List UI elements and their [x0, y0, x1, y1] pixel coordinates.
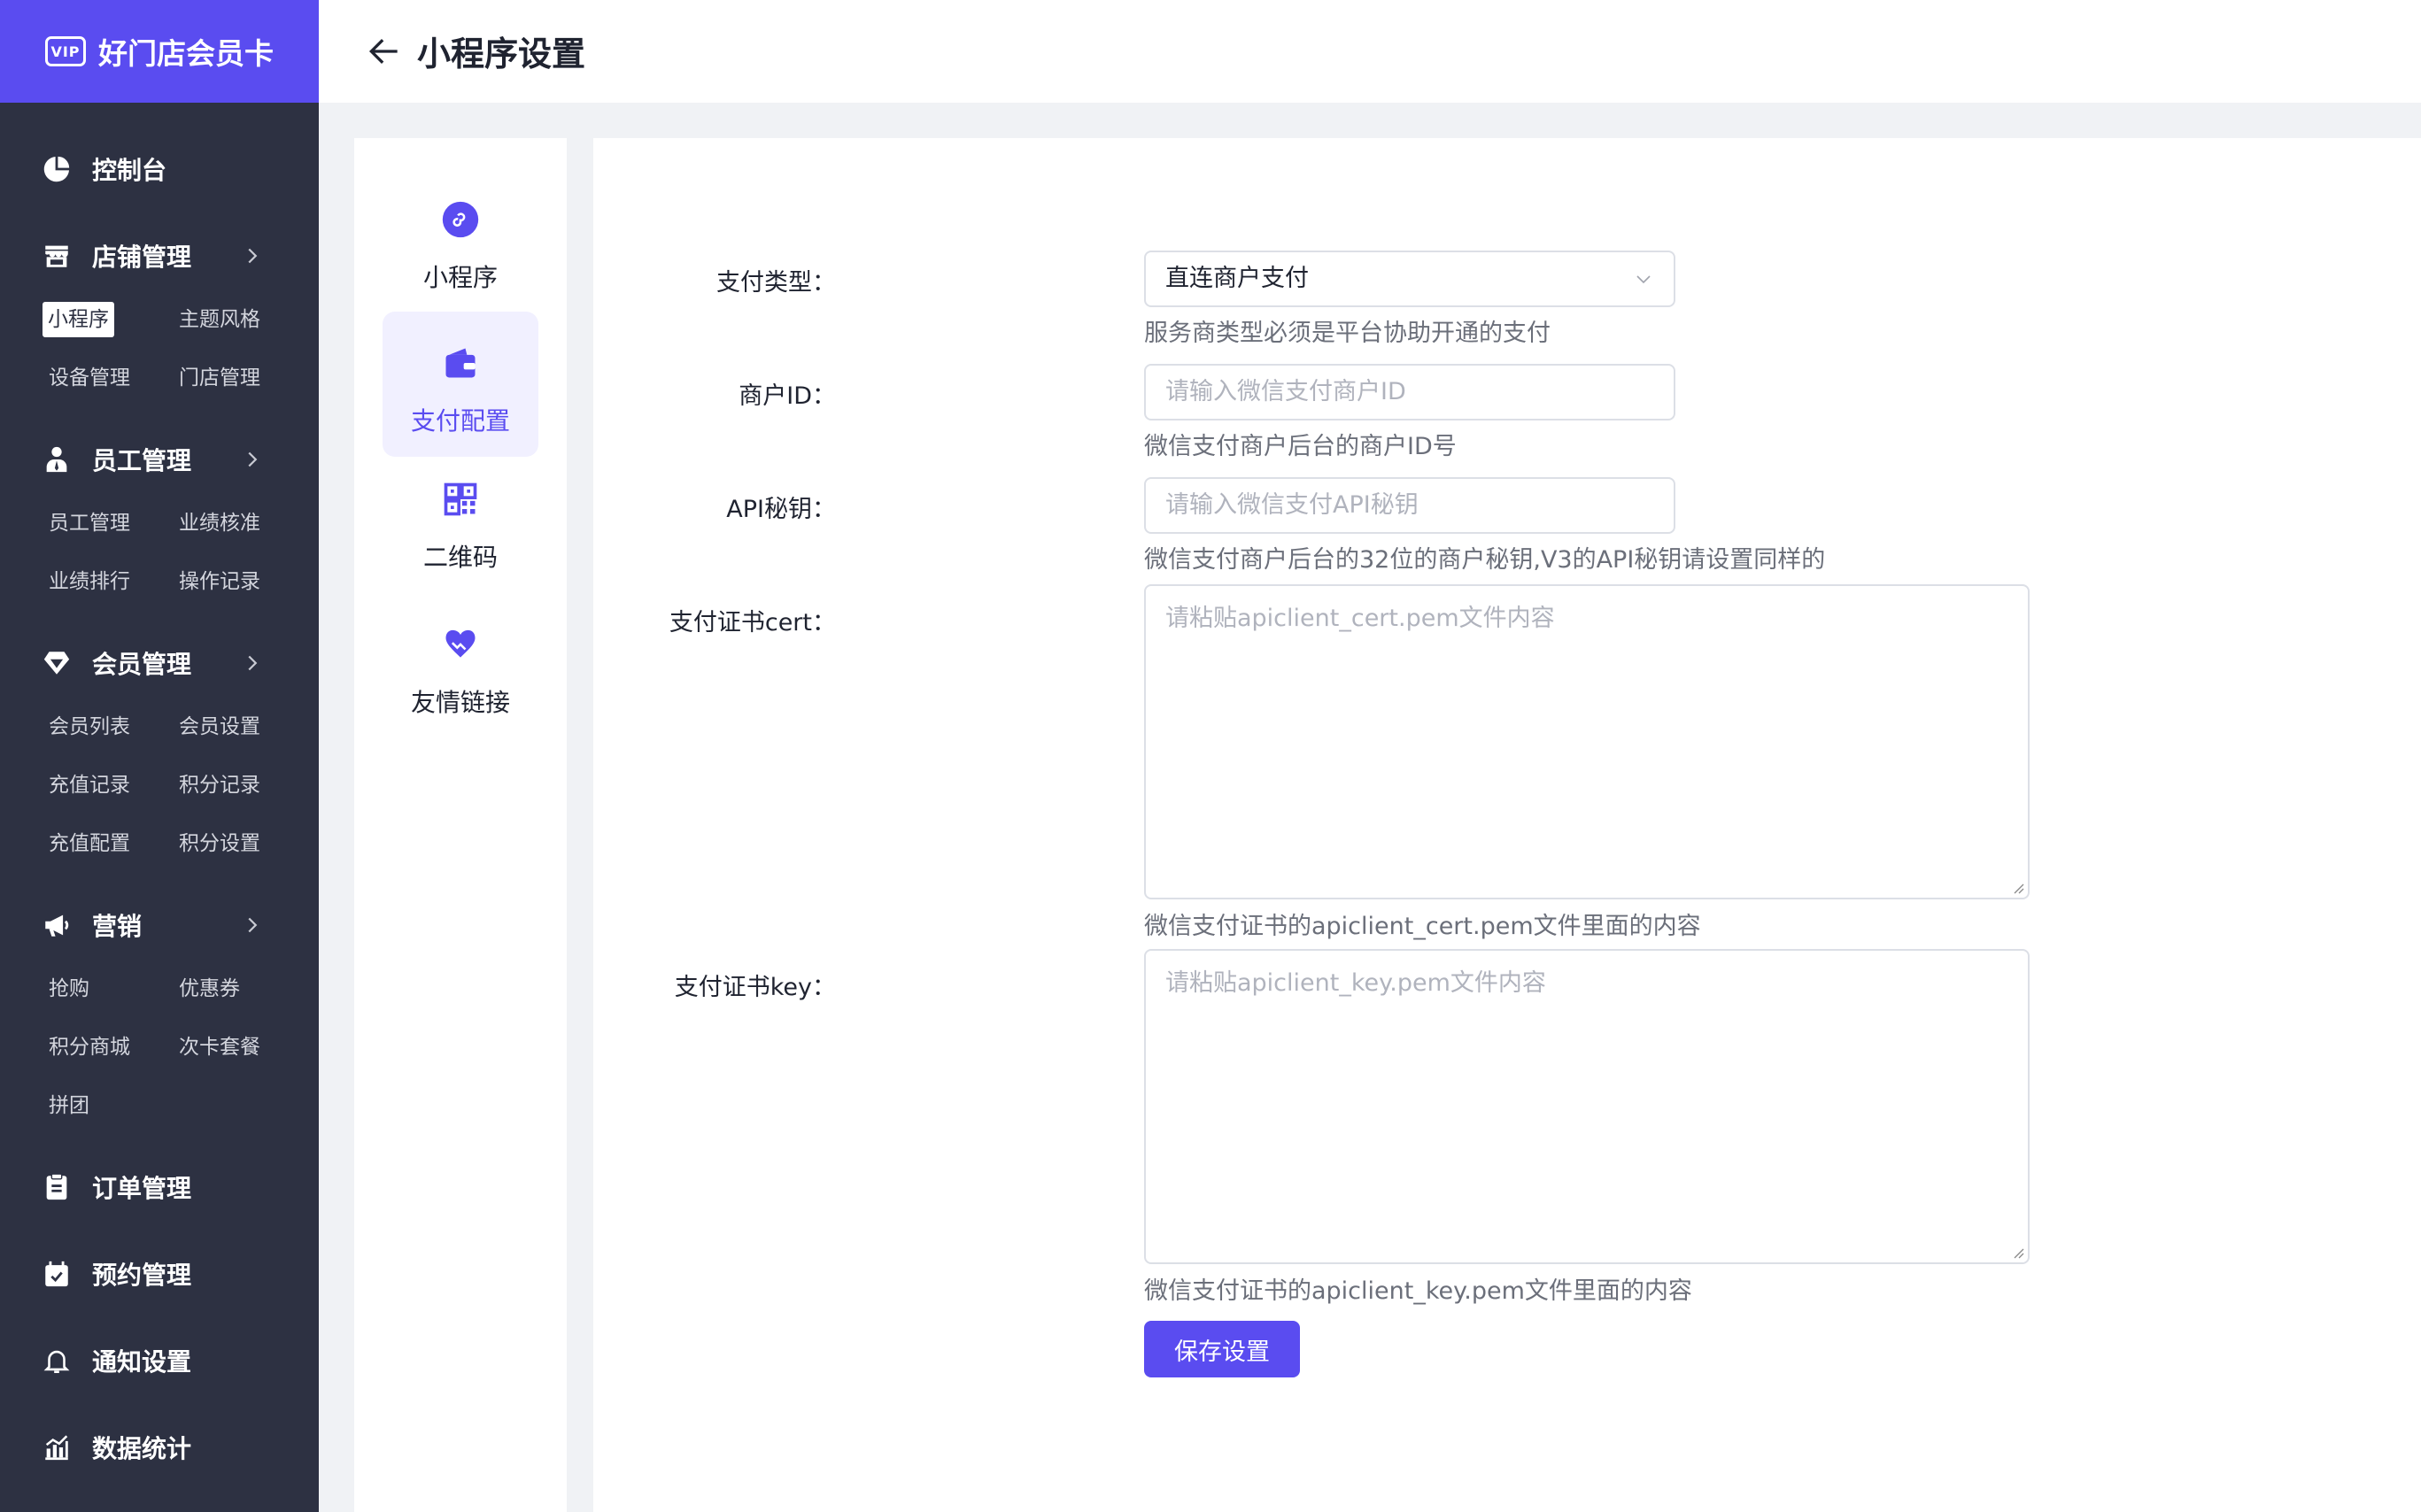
- megaphone-icon: [45, 914, 69, 937]
- chevron-right-icon: [248, 248, 258, 264]
- menu-store[interactable]: 店铺管理: [0, 229, 319, 282]
- menu-store-label: 店铺管理: [92, 243, 192, 272]
- subnav-label: 小程序: [422, 263, 498, 292]
- key-placeholder: 请粘贴apiclient_key.pem文件内容: [1165, 969, 1546, 997]
- sidebar-item-points-settings[interactable]: 积分设置: [179, 826, 260, 861]
- menu-member-label: 会员管理: [92, 650, 192, 679]
- pay-type-value: 直连商户支付: [1165, 265, 1309, 292]
- menu-member[interactable]: 会员管理: [0, 636, 319, 690]
- clipboard-icon: [46, 1173, 67, 1200]
- subnav-label: 友情链接: [410, 688, 510, 717]
- cert-label: 支付证书cert：: [669, 609, 836, 636]
- merchant-id-input[interactable]: 请输入微信支付商户ID: [1144, 364, 1675, 420]
- resize-handle-icon[interactable]: [2010, 880, 2024, 894]
- cert-placeholder: 请粘贴apiclient_cert.pem文件内容: [1165, 605, 1555, 632]
- handshake-heart-icon: [445, 629, 476, 658]
- back-arrow-icon[interactable]: [365, 32, 404, 71]
- subnav-friend-links[interactable]: 友情链接: [383, 593, 538, 738]
- menu-staff-label: 员工管理: [92, 446, 192, 475]
- sidebar-item-staff-list[interactable]: 员工管理: [49, 505, 130, 541]
- menu-marketing-label: 营销: [92, 912, 143, 941]
- chevron-right-icon: [248, 917, 258, 933]
- subnav-label: 支付配置: [410, 406, 510, 436]
- menu-orders[interactable]: 订单管理: [0, 1161, 319, 1214]
- sidebar-item-devices[interactable]: 设备管理: [49, 360, 130, 396]
- store-icon: [45, 245, 68, 267]
- pay-type-select[interactable]: 直连商户支付: [1144, 251, 1675, 307]
- sidebar-item-performance-approve[interactable]: 业绩核准: [179, 505, 260, 541]
- menu-dashboard-label: 控制台: [92, 156, 167, 185]
- merchant-id-label: 商户ID：: [739, 382, 836, 410]
- subnav-payment-config[interactable]: 支付配置: [383, 312, 538, 457]
- sidebar-item-points-log[interactable]: 积分记录: [179, 768, 260, 803]
- brand-header[interactable]: VIP 好门店会员卡: [0, 0, 319, 103]
- sidebar-item-operation-log[interactable]: 操作记录: [179, 564, 260, 599]
- sidebar-item-recharge-config[interactable]: 充值配置: [49, 826, 130, 861]
- pie-chart-icon: [43, 156, 70, 182]
- menu-stats[interactable]: 数据统计: [0, 1421, 319, 1474]
- wallet-icon: [445, 348, 476, 378]
- api-key-placeholder: 请输入微信支付API秘钥: [1165, 491, 1419, 519]
- menu-stats-label: 数据统计: [92, 1434, 192, 1463]
- sidebar-item-mini-program[interactable]: 小程序: [43, 302, 114, 337]
- bell-icon: [43, 1350, 70, 1374]
- page-title: 小程序设置: [417, 35, 586, 73]
- sidebar-item-group-buy[interactable]: 拼团: [49, 1088, 89, 1123]
- mini-program-icon: [442, 201, 479, 238]
- bar-chart-icon: [45, 1435, 68, 1461]
- sidebar: VIP 好门店会员卡 控制台 店铺管理 小程序 主题风格 设备管理 门店管理 员…: [0, 0, 319, 1512]
- api-key-hint: 微信支付商户后台的32位的商户秘钥,V3的API秘钥请设置同样的: [1144, 546, 1826, 574]
- merchant-id-placeholder: 请输入微信支付商户ID: [1165, 378, 1406, 405]
- subnav-qrcode[interactable]: 二维码: [383, 448, 538, 593]
- save-settings-button[interactable]: 保存设置: [1144, 1321, 1300, 1377]
- sidebar-item-theme[interactable]: 主题风格: [179, 302, 260, 337]
- brand-name: 好门店会员卡: [98, 36, 274, 71]
- diamond-icon: [43, 652, 70, 675]
- api-key-input[interactable]: 请输入微信支付API秘钥: [1144, 477, 1675, 534]
- menu-booking[interactable]: 预约管理: [0, 1247, 319, 1300]
- menu-booking-label: 预约管理: [92, 1261, 192, 1290]
- key-hint: 微信支付证书的apiclient_key.pem文件里面的内容: [1144, 1277, 1692, 1305]
- qrcode-icon: [444, 482, 477, 516]
- cert-hint: 微信支付证书的apiclient_cert.pem文件里面的内容: [1144, 913, 1701, 940]
- sidebar-item-punch-card[interactable]: 次卡套餐: [179, 1030, 260, 1065]
- chevron-right-icon: [248, 655, 258, 671]
- sidebar-item-member-list[interactable]: 会员列表: [49, 709, 130, 744]
- payment-config-form: 支付类型： 直连商户支付 服务商类型必须是平台协助开通的支付 商户ID： 请输入…: [593, 138, 2421, 1512]
- chevron-right-icon: [248, 451, 258, 467]
- cert-textarea[interactable]: 请粘贴apiclient_cert.pem文件内容: [1144, 584, 2030, 899]
- key-label: 支付证书key：: [674, 974, 836, 1001]
- subnav-label: 二维码: [422, 543, 498, 572]
- sidebar-item-coupons[interactable]: 优惠券: [179, 971, 240, 1007]
- menu-marketing[interactable]: 营销: [0, 899, 319, 952]
- sidebar-item-member-settings[interactable]: 会员设置: [179, 709, 260, 744]
- sidebar-item-flash-sale[interactable]: 抢购: [49, 971, 89, 1007]
- pay-type-label: 支付类型：: [716, 269, 836, 297]
- merchant-id-hint: 微信支付商户后台的商户ID号: [1144, 433, 1457, 460]
- menu-dashboard[interactable]: 控制台: [0, 143, 319, 196]
- pay-type-hint: 服务商类型必须是平台协助开通的支付: [1144, 320, 1551, 347]
- menu-notify-label: 通知设置: [92, 1347, 192, 1377]
- sidebar-item-performance-rank[interactable]: 业绩排行: [49, 564, 130, 599]
- vip-badge-icon: VIP: [45, 36, 86, 66]
- staff-icon: [46, 446, 67, 473]
- subnav-mini-program[interactable]: 小程序: [383, 168, 538, 313]
- key-textarea[interactable]: 请粘贴apiclient_key.pem文件内容: [1144, 949, 2030, 1264]
- top-bar: 小程序设置: [319, 0, 2421, 103]
- api-key-label: API秘钥：: [726, 496, 836, 523]
- menu-staff[interactable]: 员工管理: [0, 433, 319, 486]
- resize-handle-icon[interactable]: [2010, 1245, 2024, 1259]
- calendar-check-icon: [45, 1261, 68, 1287]
- settings-subnav: 小程序 支付配置 二维码 友情链接: [354, 138, 567, 1512]
- menu-notify[interactable]: 通知设置: [0, 1334, 319, 1387]
- sidebar-item-recharge-log[interactable]: 充值记录: [49, 768, 130, 803]
- menu-orders-label: 订单管理: [92, 1174, 192, 1203]
- sidebar-item-points-mall[interactable]: 积分商城: [49, 1030, 130, 1065]
- chevron-down-icon: [1636, 275, 1651, 284]
- sidebar-item-stores[interactable]: 门店管理: [179, 360, 260, 396]
